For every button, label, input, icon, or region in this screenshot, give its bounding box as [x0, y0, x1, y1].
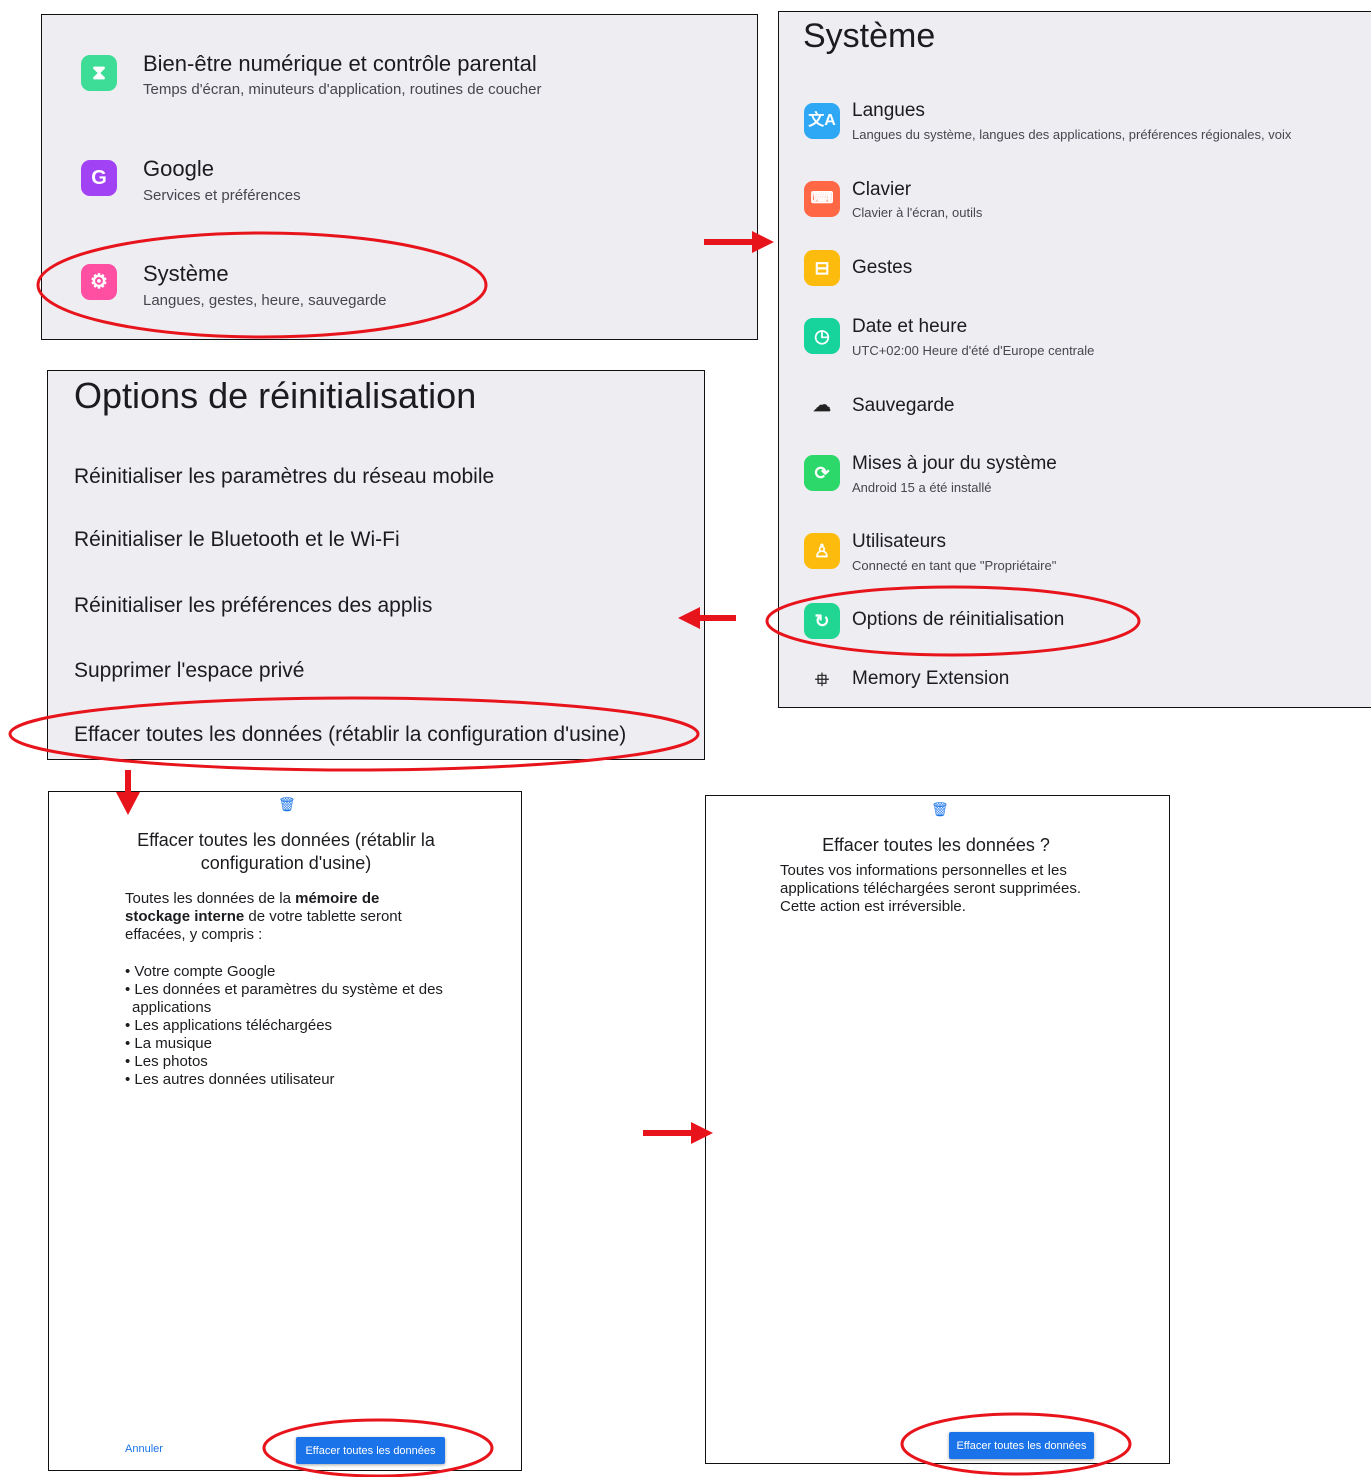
dialog-intro: Toutes les données de la mémoire de stoc…	[125, 890, 425, 944]
settings-item-subtitle: Langues, gestes, heure, sauvegarde	[143, 292, 387, 309]
settings-item-title: Bien-être numérique et contrôle parental	[143, 51, 537, 76]
system-item-title: Sauvegarde	[852, 395, 955, 416]
system-item-subtitle: Connecté en tant que "Propriétaire"	[852, 558, 1057, 573]
reset-option-bluetooth-wifi[interactable]: Réinitialiser le Bluetooth et le Wi-Fi	[74, 528, 400, 552]
arrow-right-2	[643, 1122, 713, 1144]
erase-data-panel: 🗑 Effacer toutes les données (rétablir l…	[48, 791, 522, 1471]
reset-options-panel: Options de réinitialisation Réinitialise…	[47, 370, 705, 760]
system-item-title: Clavier	[852, 179, 912, 200]
system-item-title: Mises à jour du système	[852, 453, 1057, 474]
cloud-backup-icon: ☁	[813, 395, 831, 415]
list-item: • La musique	[125, 1035, 212, 1052]
list-item: • Les données et paramètres du système e…	[125, 981, 443, 1016]
system-item-title: Gestes	[852, 257, 913, 278]
trash-icon: 🗑	[278, 796, 296, 812]
keyboard-icon: ⌨	[804, 181, 840, 217]
confirm-erase-panel: 🗑 Effacer toutes les données ? Toutes vo…	[705, 795, 1170, 1464]
settings-item-subtitle: Temps d'écran, minuteurs d'application, …	[143, 81, 542, 98]
system-item-subtitle: UTC+02:00 Heure d'été d'Europe centrale	[852, 343, 1095, 358]
reset-option-private-space[interactable]: Supprimer l'espace privé	[74, 659, 304, 683]
google-g-icon: G	[81, 160, 117, 196]
trash-icon: 🗑	[931, 801, 949, 817]
system-item-title: Utilisateurs	[852, 531, 946, 552]
list-item: • Les applications téléchargées	[125, 1017, 333, 1034]
system-item-subtitle: Langues du système, langues des applicat…	[852, 127, 1292, 142]
settings-item-title: Système	[143, 261, 229, 286]
list-item: • Les photos	[125, 1053, 208, 1070]
page-title: Options de réinitialisation	[74, 375, 477, 416]
dialog-title: Effacer toutes les données ?	[822, 835, 1050, 855]
system-item-title: Options de réinitialisation	[852, 609, 1065, 630]
gestures-icon: ⊟	[804, 250, 840, 286]
erase-list: • Votre compte Google • Les données et p…	[125, 963, 445, 1089]
system-item-title: Memory Extension	[852, 668, 1010, 689]
reset-option-mobile-network[interactable]: Réinitialiser les paramètres du réseau m…	[74, 465, 494, 489]
clock-icon: ◷	[804, 318, 840, 354]
system-gear-icon: ⚙	[81, 264, 117, 300]
dialog-body: Toutes vos informations personnelles et …	[780, 862, 1082, 915]
system-item-title: Date et heure	[852, 316, 968, 337]
list-item: • Votre compte Google	[125, 963, 276, 980]
reset-option-factory-reset[interactable]: Effacer toutes les données (rétablir la …	[74, 723, 626, 747]
intro-text: Toutes les données de la	[125, 890, 296, 907]
system-panel: Système 文A Langues Langues du système, l…	[778, 11, 1371, 708]
settings-item-subtitle: Services et préférences	[143, 187, 301, 204]
page-title: Système	[803, 17, 936, 55]
reset-icon: ↻	[804, 603, 840, 639]
cancel-button[interactable]: Annuler	[125, 1443, 163, 1455]
system-item-title: Langues	[852, 100, 925, 121]
translate-icon: 文A	[804, 103, 840, 139]
list-item: • Les autres données utilisateur	[125, 1071, 335, 1088]
erase-all-data-button[interactable]: Effacer toutes les données	[296, 1437, 445, 1464]
dialog-title: Effacer toutes les données (rétablir la …	[137, 830, 435, 873]
erase-all-data-button[interactable]: Effacer toutes les données	[949, 1432, 1094, 1459]
settings-panel: ⧗ Bien-être numérique et contrôle parent…	[41, 14, 758, 340]
hourglass-icon: ⧗	[81, 55, 117, 91]
system-update-icon: ⟳	[804, 455, 840, 491]
system-item-subtitle: Clavier à l'écran, outils	[852, 205, 983, 220]
settings-item-title: Google	[143, 156, 214, 181]
user-icon: ♙	[804, 533, 840, 569]
reset-option-app-preferences[interactable]: Réinitialiser les préférences des applis	[74, 594, 432, 618]
system-item-subtitle: Android 15 a été installé	[852, 480, 992, 495]
chip-icon: ⯐	[815, 670, 829, 690]
